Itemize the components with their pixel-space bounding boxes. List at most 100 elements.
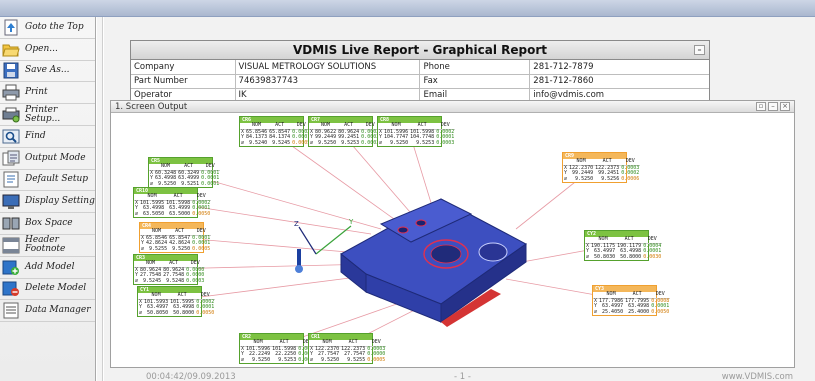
feature-row: ⌀ 9.5245 9.5248 0.0003 <box>134 277 205 285</box>
nom-cell: 9.5250 <box>318 139 337 146</box>
nom-cell: 9.5250 <box>321 356 340 363</box>
printer-setup-icon <box>2 107 20 123</box>
feature-box-cr4[interactable]: CR4 NOM ACT DEV X 65.8546 65.8547 0.0001 Y 42.862… <box>139 222 212 253</box>
dev-cell: 0.0050 <box>196 309 215 316</box>
nom-cell: 50.8050 <box>147 309 169 316</box>
dev-cell: 0.0003 <box>186 277 205 284</box>
feature-row: ⌀9.52509.52530.0003 <box>240 356 317 364</box>
footer-page-number: - 1 - <box>454 372 471 381</box>
header-cell-v2: 281-712-7860 <box>529 74 709 89</box>
feature-table: NOM ACT DEV X 101.5993 101.5995 0.0002 Y 63.4997… <box>138 292 216 317</box>
default-setup-label: Default Setup <box>25 174 89 185</box>
model-scene[interactable]: YZ <box>111 114 794 367</box>
default-setup-button[interactable]: Default Setup <box>0 170 95 192</box>
feature-table: NOMACTDEVX101.5996101.59980.0002Y22.2249… <box>240 339 318 364</box>
output-mode-button[interactable]: Output Mode <box>0 148 95 170</box>
feature-table: NOM ACT DEV X 80.9624 80.9624 0.0000 Y 27.7548 27… <box>134 260 206 285</box>
act-cell: 9.5253 <box>278 356 297 363</box>
toolbar: Goto the Top Open... Save As... Print Pr… <box>0 17 96 381</box>
feature-table: NOM ACT DEV X 60.3248 60.3249 0.0001 Y 63.4998 63… <box>149 163 221 187</box>
printer-setup-button[interactable]: Printer Setup... <box>0 104 95 126</box>
dev-cell: 0.0050 <box>192 210 211 217</box>
feature-box-cy3[interactable]: CY3 NOM ACT DEV X 177.7986 177.7995 0.0008 Y 63.4… <box>592 285 671 316</box>
feature-table: NOM ACT DEV X 65.8546 65.8547 0.0001 Y 42.8624 42… <box>140 228 212 253</box>
feature-box-cr3[interactable]: CR3 NOM ACT DEV X 80.9624 80.9624 0.0000 Y 27.754… <box>133 254 206 285</box>
header-cell-k2: Phone <box>419 60 531 75</box>
splitter[interactable] <box>97 17 103 381</box>
find-button[interactable]: Find <box>0 126 95 148</box>
nom-cell: 63.5050 <box>143 210 165 217</box>
window-restore-button[interactable]: ▫ <box>756 102 766 111</box>
footer-url: www.VDMIS.com <box>721 372 793 381</box>
goto-top-button[interactable]: Goto the Top <box>0 17 95 39</box>
nom-cell: 9.5255 <box>149 245 168 252</box>
model-viewport[interactable]: YZ CR6 NOM ACT DEV X 65.8546 65.8547 0.0002 Y 84.… <box>111 114 794 367</box>
hole-cr7 <box>397 226 409 234</box>
feature-row: ⌀ 50.8030 50.8000 0.0030 <box>585 253 662 261</box>
act-cell: 9.5256 <box>601 175 620 182</box>
header-info-row: Company VISUAL METROLOGY SOLUTIONS Phone 28… <box>131 60 709 75</box>
find-label: Find <box>25 130 46 141</box>
dev-cell: 0.0005 <box>192 245 211 252</box>
header-cell-k2: Fax <box>419 74 531 89</box>
header-cell-v1: VISUAL METROLOGY SOLUTIONS <box>235 60 421 75</box>
nom-cell: 50.8030 <box>594 253 616 260</box>
display-setting-button[interactable]: Display Setting <box>0 191 95 214</box>
feature-row: ⌀ 9.5255 9.5250 0.0005 <box>140 245 211 253</box>
bore-cy1-inner <box>430 244 462 264</box>
output-mode-icon <box>2 150 20 166</box>
feature-box-cr8[interactable]: CR8 NOM ACT DEV X 101.5996 101.5998 0.0002 Y 104.… <box>377 116 456 147</box>
feature-table: NOM ACT DEV X 65.8546 65.8547 0.0002 Y 84.1373 84… <box>240 122 312 146</box>
header-cell-v1: 74639837743 <box>235 74 421 89</box>
delete-model-label: Delete Model <box>25 283 87 294</box>
feature-table: NOM ACT DEV X 190.1175 190.1179 0.0004 Y 63.4997… <box>585 236 663 261</box>
box-space-button[interactable]: Box Space <box>0 213 95 235</box>
open-button[interactable]: Open... <box>0 39 95 61</box>
feature-box-cr10[interactable]: CR10 NOM ACT DEV X 101.5995 101.5998 0.0002 Y 63.… <box>133 187 212 218</box>
feature-box-cy2[interactable]: CY2 NOM ACT DEV X 190.1175 190.1179 0.0004 Y 63.4… <box>584 230 663 261</box>
header-footnote-label: Header Footnote <box>25 235 66 255</box>
act-cell: 50.8000 <box>173 309 195 316</box>
feature-table: NOM ACT DEV X 122.2370 122.2373 0.0003 Y 99.2449… <box>563 158 641 182</box>
feature-table: NOM ACT DEV X 122.2370 122.2373 0.0003 Y 27.7547… <box>309 339 387 364</box>
box-space-icon <box>2 217 20 230</box>
nom-cell: 25.4050 <box>602 308 624 315</box>
nom-cell: 9.5250 <box>390 139 409 146</box>
data-manager-label: Data Manager <box>25 305 91 316</box>
feature-box-cy1[interactable]: CY1 NOM ACT DEV X 101.5993 101.5995 0.0002 Y 63.4… <box>137 286 216 317</box>
add-model-button[interactable]: Add Model <box>0 257 95 279</box>
folder-open-icon <box>2 44 20 57</box>
bore-cy2 <box>478 242 508 262</box>
act-cell: 9.5248 <box>166 277 185 284</box>
header-collapse-button[interactable]: – <box>694 45 705 55</box>
add-model-icon <box>2 260 19 275</box>
delete-model-button[interactable]: Delete Model <box>0 279 95 301</box>
header-footnote-icon <box>2 237 20 254</box>
feature-row: ⌀ 25.4050 25.4000 0.0050 <box>593 308 670 316</box>
page-up-icon <box>4 19 18 36</box>
screen-output-window: 1. Screen Output ▫ – × YZ CR6 NOM ACT DEV X 6… <box>110 100 795 368</box>
report-title-text: VDMIS Live Report - Graphical Report <box>292 43 548 57</box>
feature-box-cr1[interactable]: CR1 NOM ACT DEV X 122.2370 122.2373 0.0003 Y 27.7… <box>308 333 387 364</box>
data-manager-button[interactable]: Data Manager <box>0 300 95 323</box>
feature-box-cr9[interactable]: CR9 NOM ACT DEV X 122.2370 122.2373 0.0003 Y 99.2… <box>562 152 641 183</box>
feature-box-cr6[interactable]: CR6 NOM ACT DEV X 65.8546 65.8547 0.0002 Y 84.137… <box>239 116 312 147</box>
window-minimize-button[interactable]: – <box>768 102 778 111</box>
feature-box-cr7[interactable]: CR7 NOM ACT DEV X 80.9622 80.9624 0.0002 Y 99.244… <box>308 116 381 147</box>
save-as-label: Save As... <box>25 65 70 76</box>
feature-row: ⌀ 9.5250 9.5255 0.0005 <box>309 356 386 364</box>
act-cell: 25.4000 <box>628 308 650 315</box>
dev-cell: 0.0006 <box>621 175 640 182</box>
top-band <box>0 0 815 17</box>
feature-row: ⌀ 50.8050 50.8000 0.0050 <box>138 309 215 317</box>
feature-box-cr5[interactable]: CR5 NOM ACT DEV X 60.3248 60.3249 0.0001 Y 63.499… <box>148 157 221 188</box>
feature-table: NOM ACT DEV X 80.9622 80.9624 0.0002 Y 99.2449 99… <box>309 122 381 146</box>
print-button[interactable]: Print <box>0 82 95 105</box>
floppy-disk-icon <box>3 62 19 79</box>
header-footnote-button[interactable]: Header Footnote <box>0 235 95 257</box>
feature-box-cr2[interactable]: CR2NOMACTDEVX101.5996101.59980.0002Y22.2… <box>239 333 318 364</box>
data-manager-icon <box>3 302 19 319</box>
window-close-button[interactable]: × <box>780 102 790 111</box>
save-as-button[interactable]: Save As... <box>0 61 95 83</box>
dev-cell: 0.0050 <box>651 308 670 315</box>
